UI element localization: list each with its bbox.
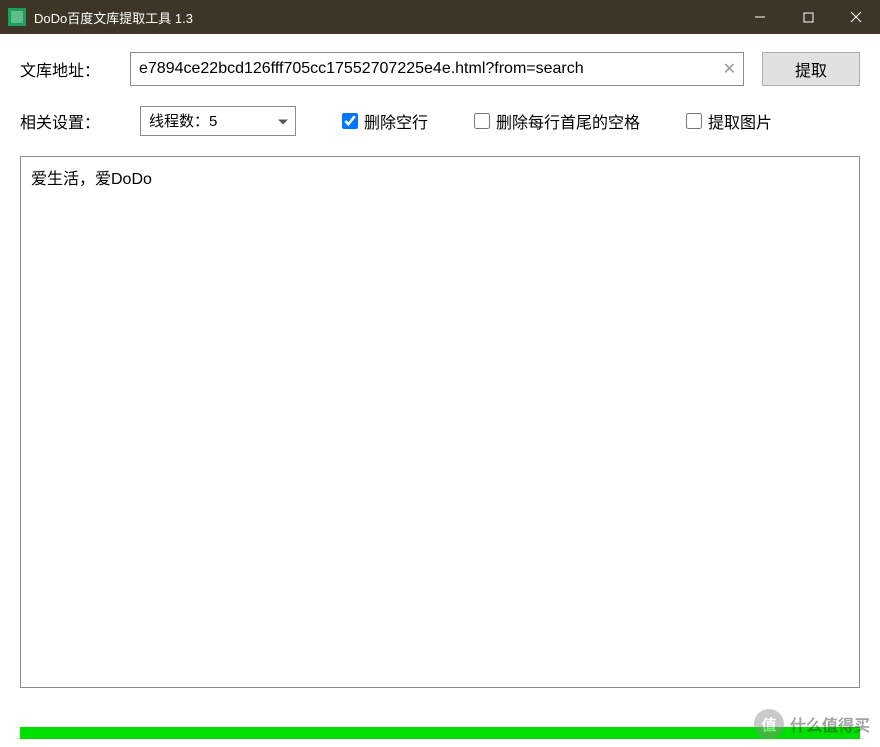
checkbox-trim-spaces-label: 删除每行首尾的空格 <box>496 109 640 133</box>
url-input[interactable] <box>130 52 744 86</box>
settings-label: 相关设置： <box>20 109 112 133</box>
window-title: DoDo百度文库提取工具 1.3 <box>34 8 736 27</box>
checkbox-delete-blank-wrap[interactable]: 删除空行 <box>342 109 428 133</box>
checkbox-delete-blank[interactable] <box>342 113 358 129</box>
extract-button[interactable]: 提取 <box>762 52 860 86</box>
checkbox-extract-images-wrap[interactable]: 提取图片 <box>686 109 772 133</box>
output-wrap: 爱生活，爱DoDo <box>20 156 860 693</box>
watermark-badge: 值 <box>754 709 784 739</box>
checkbox-delete-blank-label: 删除空行 <box>364 109 428 133</box>
close-button[interactable] <box>832 0 880 34</box>
output-textarea[interactable]: 爱生活，爱DoDo <box>20 156 860 688</box>
progress-bar <box>20 727 860 739</box>
window-controls <box>736 0 880 34</box>
url-label: 文库地址： <box>20 57 112 81</box>
thread-select[interactable]: 线程数：5 <box>140 106 296 136</box>
checkbox-trim-spaces-wrap[interactable]: 删除每行首尾的空格 <box>474 109 640 133</box>
app-icon <box>8 8 26 26</box>
watermark: 值 什么值得买 <box>754 709 870 739</box>
content-area: 文库地址： ✕ 提取 相关设置： 线程数：5 删除空行 删除每行首尾的空格 提取… <box>0 34 880 136</box>
url-input-wrap: ✕ <box>130 52 744 86</box>
thread-select-wrap: 线程数：5 <box>140 106 296 136</box>
minimize-button[interactable] <box>736 0 784 34</box>
maximize-button[interactable] <box>784 0 832 34</box>
checkbox-extract-images-label: 提取图片 <box>708 109 772 133</box>
clear-icon[interactable]: ✕ <box>723 59 736 79</box>
settings-row: 相关设置： 线程数：5 删除空行 删除每行首尾的空格 提取图片 <box>20 106 860 136</box>
titlebar: DoDo百度文库提取工具 1.3 <box>0 0 880 34</box>
watermark-text: 什么值得买 <box>790 712 870 736</box>
checkbox-extract-images[interactable] <box>686 113 702 129</box>
url-row: 文库地址： ✕ 提取 <box>20 52 860 86</box>
checkbox-trim-spaces[interactable] <box>474 113 490 129</box>
